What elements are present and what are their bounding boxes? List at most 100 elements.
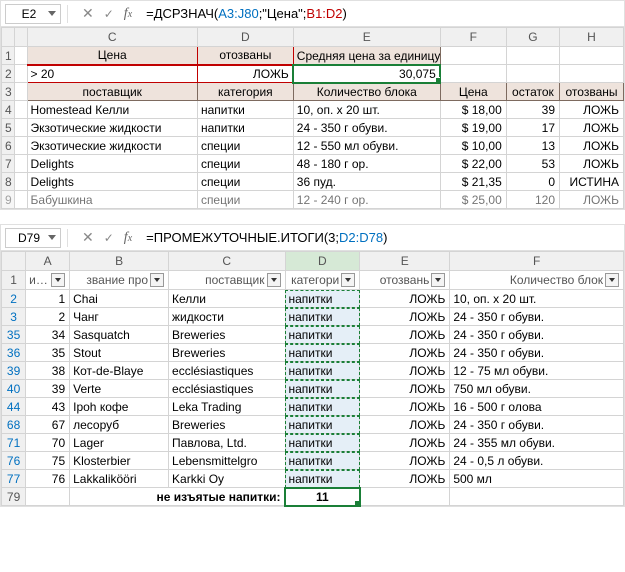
cell[interactable]: 24 - 350 г обуви. (450, 308, 624, 326)
table-header[interactable]: категория (197, 83, 293, 101)
col-header[interactable]: A (26, 252, 70, 271)
cell[interactable]: 12 - 550 мл обуви. (293, 137, 440, 155)
cell[interactable]: 39 (26, 380, 70, 398)
cell[interactable] (26, 488, 70, 506)
col-header[interactable]: D (285, 252, 360, 271)
corner[interactable] (2, 252, 26, 271)
cell[interactable]: $ 10,00 (440, 137, 506, 155)
row-header[interactable]: 3 (2, 83, 15, 101)
cell[interactable]: ecclésiastiques (169, 362, 285, 380)
filter-header[interactable]: поставщик (169, 271, 285, 290)
cancel-icon[interactable]: ✕ (82, 229, 94, 246)
cell[interactable] (560, 65, 624, 83)
cell[interactable]: Бабушкина (27, 191, 197, 209)
criteria-cell[interactable]: ЛОЖЬ (197, 65, 293, 83)
cell[interactable]: ecclésiastiques (169, 380, 285, 398)
cell[interactable]: Stout (70, 344, 169, 362)
cell[interactable]: ЛОЖЬ (360, 434, 450, 452)
cell[interactable]: напитки (285, 434, 360, 452)
cell[interactable]: $ 22,00 (440, 155, 506, 173)
cell[interactable] (14, 119, 27, 137)
cell[interactable] (440, 47, 506, 65)
col-header[interactable] (2, 28, 15, 47)
cell[interactable]: Lager (70, 434, 169, 452)
cell[interactable]: 12 - 75 мл обуви. (450, 362, 624, 380)
enter-icon[interactable]: ✓ (104, 231, 114, 245)
col-header[interactable]: E (293, 28, 440, 47)
formula-input[interactable]: =ПРОМЕЖУТОЧНЫЕ.ИТОГИ(3;D2:D78) (146, 230, 620, 245)
cell[interactable]: Chai (70, 290, 169, 308)
col-header[interactable]: H (560, 28, 624, 47)
cell[interactable]: 24 - 350 г обуви. (450, 344, 624, 362)
row-header[interactable]: 39 (2, 362, 26, 380)
cell[interactable]: ЛОЖЬ (560, 155, 624, 173)
cell[interactable] (14, 101, 27, 119)
col-header[interactable]: B (70, 252, 169, 271)
cell[interactable]: Klosterbier (70, 452, 169, 470)
cell[interactable]: Breweries (169, 326, 285, 344)
row-header[interactable]: 5 (2, 119, 15, 137)
formula-input[interactable]: =ДСРЗНАЧ(A3:J80;"Цена";B1:D2) (146, 6, 620, 21)
cell[interactable]: Delights (27, 173, 197, 191)
cell[interactable]: 750 мл обуви. (450, 380, 624, 398)
cell[interactable]: ЛОЖЬ (560, 137, 624, 155)
cell[interactable] (14, 173, 27, 191)
cell[interactable]: ЛОЖЬ (360, 398, 450, 416)
name-box[interactable]: D79 (5, 228, 61, 248)
cell[interactable]: 24 - 355 мл обуви. (450, 434, 624, 452)
cell[interactable]: Чанг (70, 308, 169, 326)
row-header[interactable]: 35 (2, 326, 26, 344)
cell[interactable]: 17 (506, 119, 559, 137)
filter-dropdown-icon[interactable] (150, 273, 164, 287)
enter-icon[interactable]: ✓ (104, 7, 114, 21)
col-header[interactable]: D (197, 28, 293, 47)
table-header[interactable]: Количество блока (293, 83, 440, 101)
cell[interactable] (560, 47, 624, 65)
cell[interactable]: лесоруб (70, 416, 169, 434)
filter-dropdown-icon[interactable] (267, 273, 281, 287)
col-header[interactable]: F (440, 28, 506, 47)
cell[interactable]: ЛОЖЬ (560, 191, 624, 209)
filter-header[interactable]: категори (285, 271, 360, 290)
criteria-cell[interactable]: > 20 (27, 65, 197, 83)
cell[interactable]: специи (197, 137, 293, 155)
filter-header[interactable]: звание про (70, 271, 169, 290)
cell[interactable]: специи (197, 173, 293, 191)
cell[interactable]: 0 (506, 173, 559, 191)
cell[interactable]: 16 - 500 г олова (450, 398, 624, 416)
cell[interactable]: напитки (285, 362, 360, 380)
cell[interactable]: Sasquatch (70, 326, 169, 344)
cell[interactable]: 75 (26, 452, 70, 470)
cell[interactable]: 76 (26, 470, 70, 488)
row-header[interactable]: 36 (2, 344, 26, 362)
cell[interactable]: Karkki Oy (169, 470, 285, 488)
cell[interactable]: 120 (506, 191, 559, 209)
fx-icon[interactable]: fx (124, 230, 132, 246)
cell[interactable]: напитки (285, 326, 360, 344)
row-header[interactable]: 4 (2, 101, 15, 119)
cell[interactable]: напитки (285, 452, 360, 470)
name-box-dropdown-icon[interactable] (48, 235, 56, 240)
cell[interactable]: 35 (26, 344, 70, 362)
cell[interactable]: $ 21,35 (440, 173, 506, 191)
cell[interactable]: напитки (285, 308, 360, 326)
cell[interactable]: $ 18,00 (440, 101, 506, 119)
cell[interactable]: ЛОЖЬ (360, 362, 450, 380)
cell[interactable]: $ 19,00 (440, 119, 506, 137)
cell[interactable]: напитки (285, 290, 360, 308)
filter-header[interactable]: отозвань (360, 271, 450, 290)
cell[interactable] (14, 191, 27, 209)
cell[interactable]: напитки (285, 398, 360, 416)
cell[interactable]: напитки (285, 380, 360, 398)
cell[interactable]: Homestead Келли (27, 101, 197, 119)
cell[interactable]: 500 мл (450, 470, 624, 488)
name-box[interactable]: E2 (5, 4, 61, 24)
cell[interactable]: Delights (27, 155, 197, 173)
cell[interactable]: 1 (26, 290, 70, 308)
col-header[interactable]: C (27, 28, 197, 47)
header-cell[interactable]: Средняя цена за единицу (293, 47, 440, 65)
grid-2[interactable]: ABCDEF 1икатзвание пропоставщиккатегорио… (1, 251, 624, 506)
row-header[interactable]: 40 (2, 380, 26, 398)
cell[interactable]: 38 (26, 362, 70, 380)
row-header[interactable]: 76 (2, 452, 26, 470)
